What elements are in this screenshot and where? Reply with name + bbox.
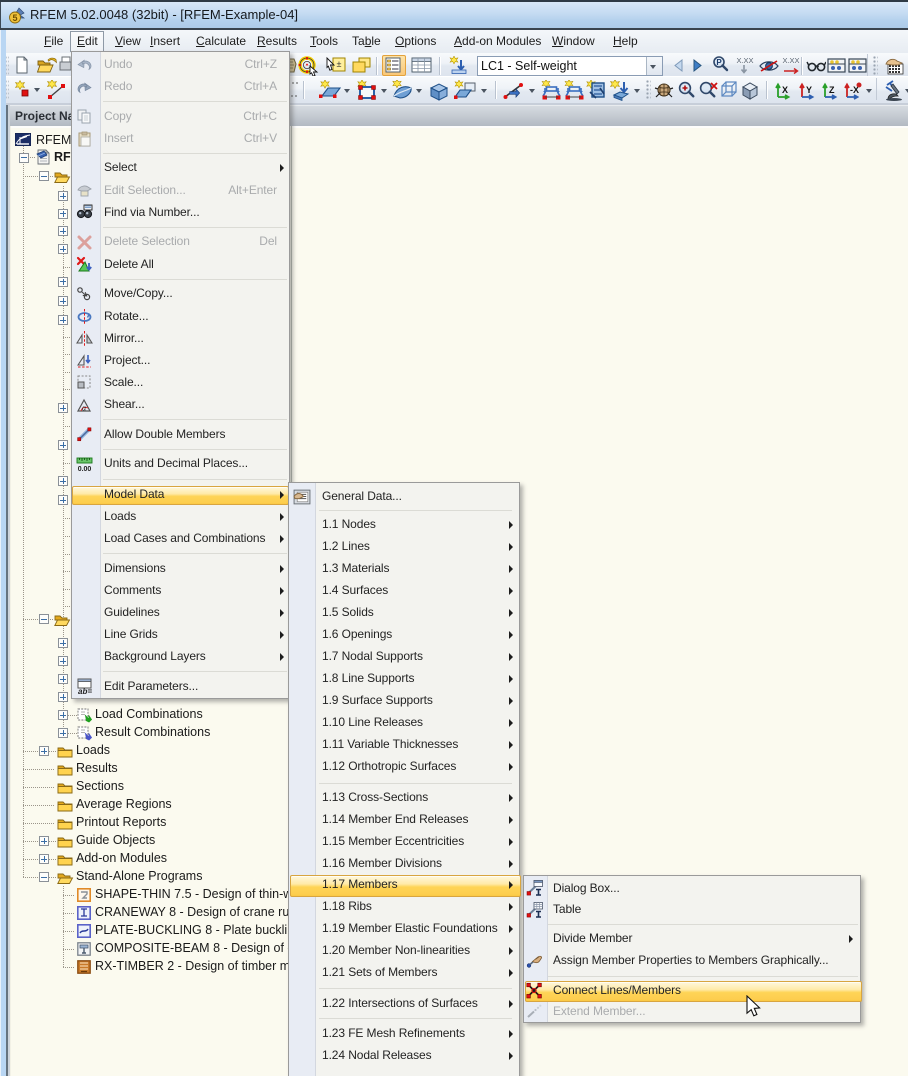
svg-text:X.XX: X.XX: [782, 56, 799, 65]
svg-text:Z: Z: [829, 85, 835, 95]
svg-text:ab=: ab=: [78, 687, 92, 695]
svg-text:P: P: [716, 58, 722, 67]
svg-text:5: 5: [12, 13, 17, 23]
svg-text:0.00: 0.00: [78, 466, 92, 473]
svg-text:X: X: [782, 85, 788, 95]
svg-text:X.XX: X.XX: [736, 56, 753, 65]
svg-text:Y: Y: [806, 85, 812, 95]
svg-text:±: ±: [337, 59, 342, 69]
